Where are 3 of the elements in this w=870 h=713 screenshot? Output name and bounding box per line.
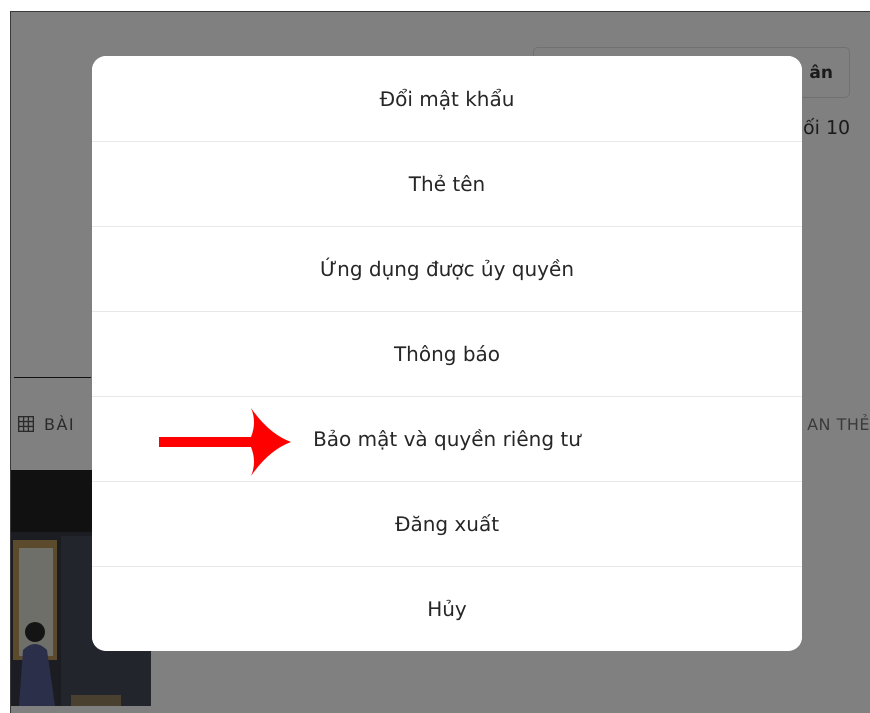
menu-item[interactable]: Hủy <box>92 566 802 651</box>
grid-icon <box>18 416 34 432</box>
stats-text: ối 10 <box>803 117 850 139</box>
